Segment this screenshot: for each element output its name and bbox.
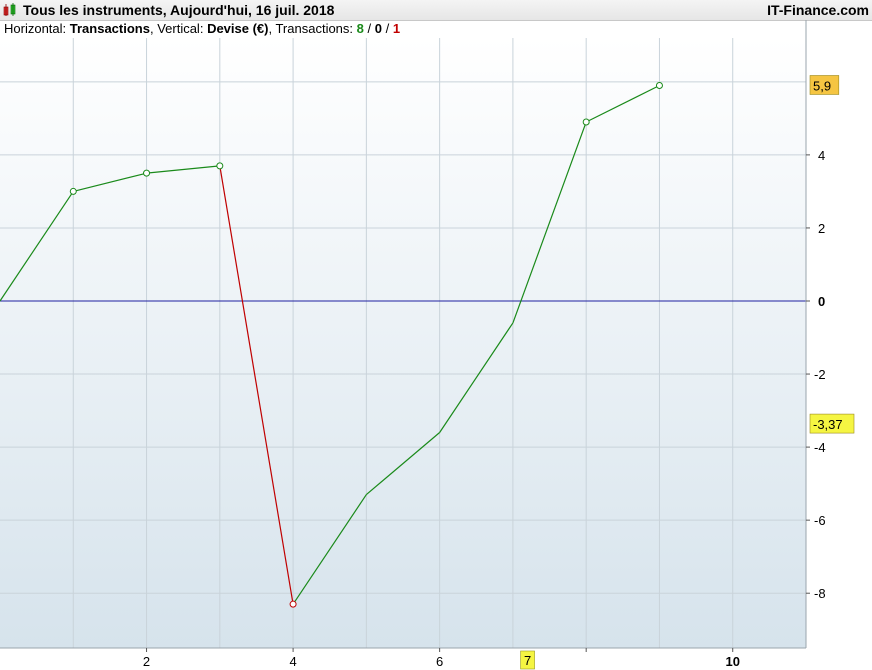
data-point[interactable] bbox=[289, 600, 297, 608]
y-tick-label: 4 bbox=[818, 148, 825, 163]
x-tick-label: 2 bbox=[143, 654, 150, 669]
x-tick-label: 6 bbox=[436, 654, 443, 669]
data-point[interactable] bbox=[582, 118, 590, 126]
plot-area bbox=[0, 38, 806, 648]
value-label: 5,9 bbox=[813, 78, 831, 93]
equity-chart: 2 4 6 10 -8 -6 -4 -2 0 2 4 5,9 -3,37 7 bbox=[0, 20, 855, 670]
x-tick-label: 4 bbox=[289, 654, 296, 669]
x-tick-label: 10 bbox=[725, 654, 739, 669]
data-point[interactable] bbox=[143, 169, 151, 177]
data-point[interactable] bbox=[69, 187, 77, 195]
y-tick-label: -8 bbox=[814, 586, 826, 601]
y-tick-label: -6 bbox=[814, 513, 826, 528]
y-tick-label: -2 bbox=[814, 367, 826, 382]
y-tick-label: 0 bbox=[818, 294, 825, 309]
y-tick-label: 2 bbox=[818, 221, 825, 236]
data-point[interactable] bbox=[655, 81, 663, 89]
y-tick-label: -4 bbox=[814, 440, 826, 455]
x-highlight-label: 7 bbox=[524, 653, 531, 668]
value-label: -3,37 bbox=[813, 417, 843, 432]
data-point[interactable] bbox=[216, 162, 224, 170]
